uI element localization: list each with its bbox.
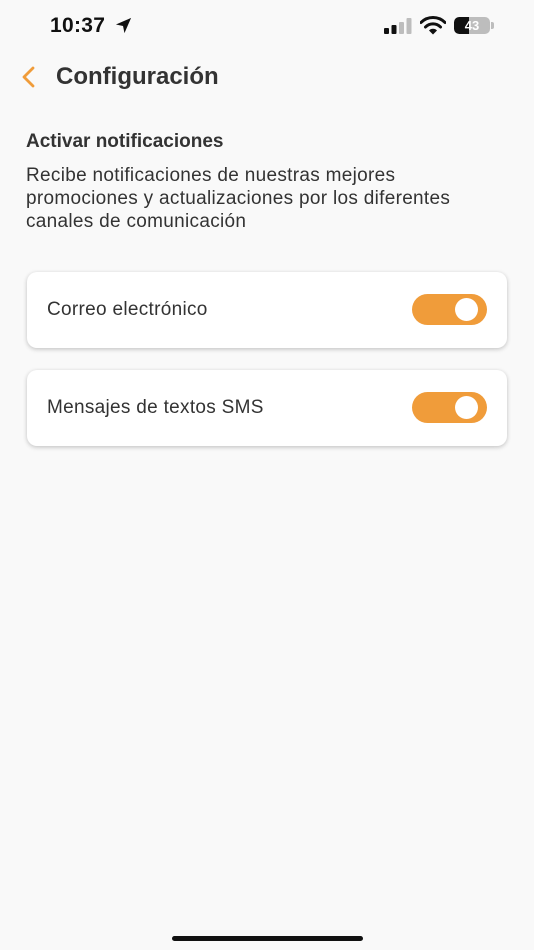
- section-description: Recibe notificaciones de nuestras mejore…: [26, 165, 451, 232]
- battery-icon: 43: [454, 17, 490, 34]
- email-notification-label: Correo electrónico: [47, 299, 208, 320]
- home-indicator[interactable]: [172, 936, 363, 941]
- chevron-left-icon: [22, 66, 35, 88]
- email-notification-toggle[interactable]: [412, 294, 487, 325]
- status-bar: 10:37 43: [0, 0, 534, 54]
- wifi-icon: [420, 16, 446, 35]
- battery-cap: [491, 22, 494, 29]
- email-notification-card: Correo electrónico: [27, 272, 507, 348]
- back-button[interactable]: [14, 62, 44, 92]
- battery-level: 43: [464, 18, 480, 33]
- toggle-knob: [455, 298, 478, 321]
- page-title: Configuración: [56, 63, 219, 90]
- location-arrow-icon: [115, 17, 132, 34]
- toggle-knob: [455, 396, 478, 419]
- cellular-signal-icon: [384, 18, 412, 34]
- sms-notification-card: Mensajes de textos SMS: [27, 370, 507, 446]
- sms-notification-label: Mensajes de textos SMS: [47, 397, 264, 418]
- settings-screen: 10:37 43 Configuración Activar notificac…: [0, 0, 534, 950]
- sms-notification-toggle[interactable]: [412, 392, 487, 423]
- status-time: 10:37: [50, 14, 106, 37]
- section-title: Activar notificaciones: [26, 131, 224, 152]
